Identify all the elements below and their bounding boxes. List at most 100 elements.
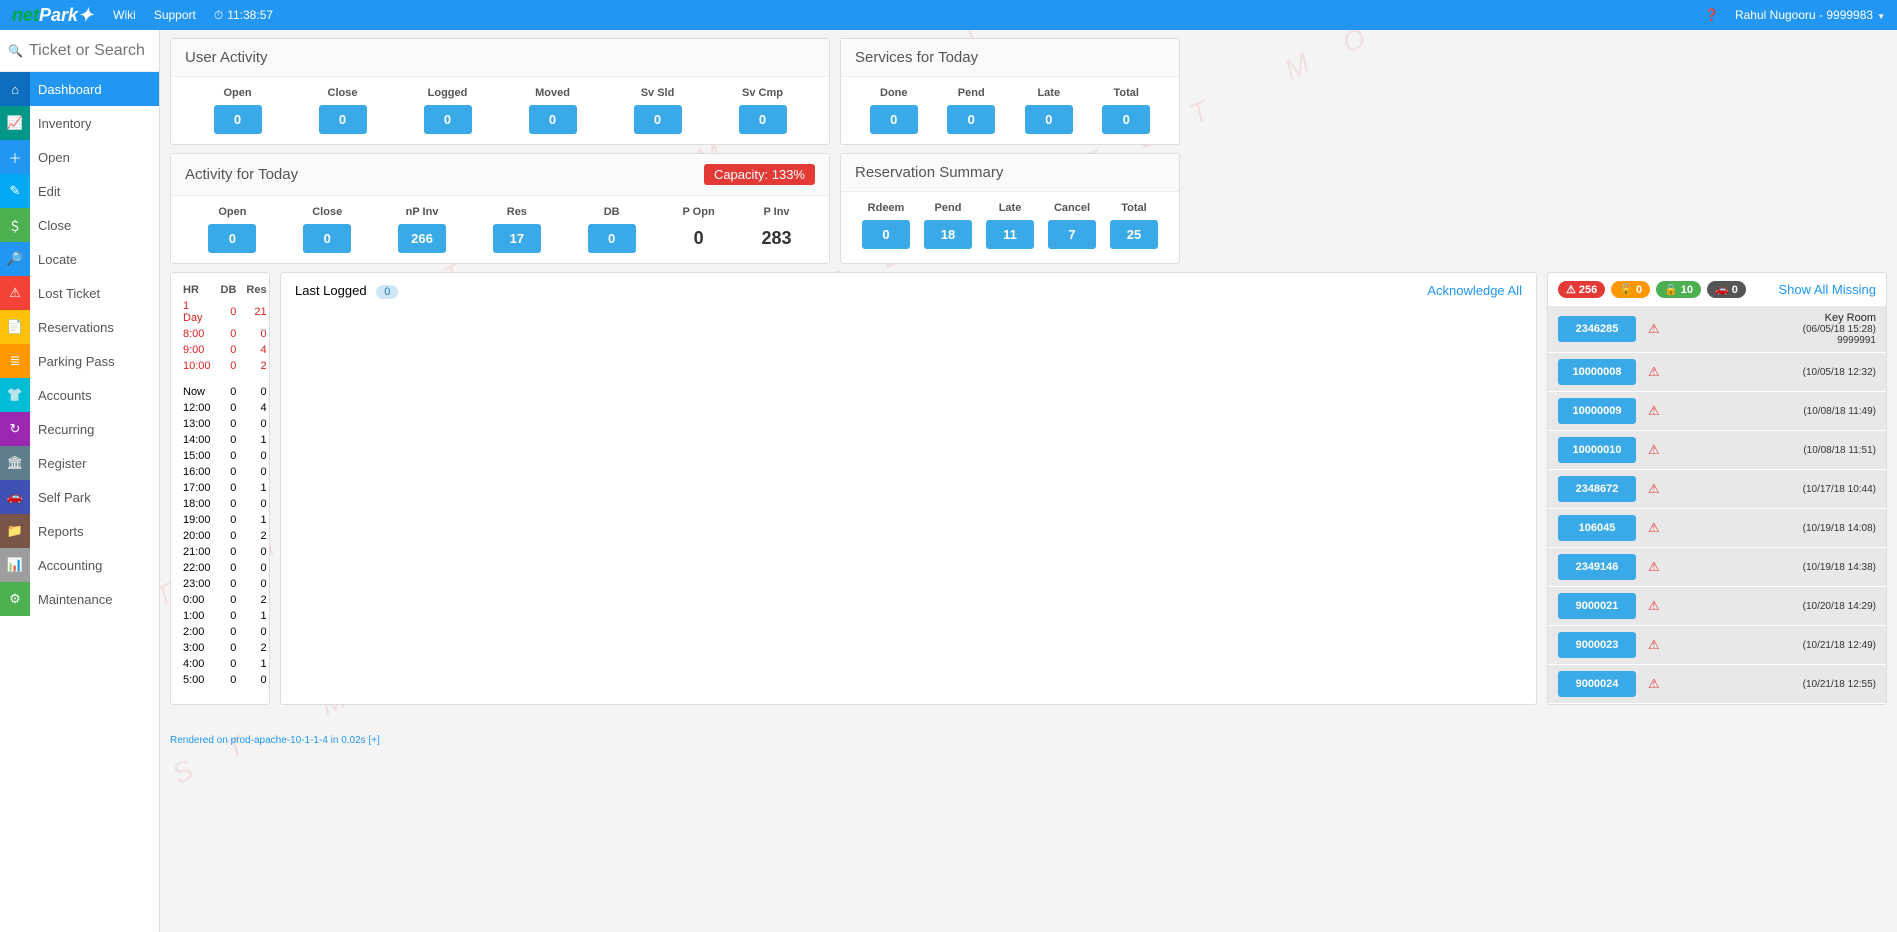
stat-value[interactable]: 0 <box>208 224 256 253</box>
reservations-icon: 📄 <box>0 310 30 344</box>
ticket-button[interactable]: 2346285 <box>1558 316 1636 342</box>
warning-icon: ⚠ <box>1648 598 1660 614</box>
sidebar-item-self-park[interactable]: 🚗Self Park <box>0 480 159 514</box>
reservation-summary-title: Reservation Summary <box>841 154 1179 192</box>
warning-icon: ⚠ <box>1648 637 1660 653</box>
stat-value[interactable]: 0 <box>529 105 577 134</box>
sidebar-item-open[interactable]: ＋Open <box>0 140 159 174</box>
reservation-summary-panel: Reservation Summary Rdeem0Pend18Late11Ca… <box>840 153 1180 264</box>
missing-row: 9000024⚠(10/21/18 12:55) <box>1548 665 1886 704</box>
sidebar-item-label: Reservations <box>30 320 114 335</box>
ticket-button[interactable]: 10000010 <box>1558 437 1636 463</box>
sidebar-item-register[interactable]: 🏛Register <box>0 446 159 480</box>
sidebar-item-label: Close <box>30 218 71 233</box>
lost-ticket-icon: ⚠ <box>0 276 30 310</box>
ticket-button[interactable]: 9000023 <box>1558 632 1636 658</box>
sidebar-item-reports[interactable]: 📁Reports <box>0 514 159 548</box>
sidebar-item-label: Locate <box>30 252 77 267</box>
ticket-button[interactable]: 2349146 <box>1558 554 1636 580</box>
stat-value[interactable]: 0 <box>739 105 787 134</box>
search-row <box>0 30 159 72</box>
show-all-missing-link[interactable]: Show All Missing <box>1778 282 1876 297</box>
search-input[interactable] <box>29 42 151 60</box>
warning-icon: ⚠ <box>1648 520 1660 536</box>
stat-value[interactable]: 0 <box>319 105 367 134</box>
stat-value[interactable]: 0 <box>1102 105 1150 134</box>
stat-value[interactable]: 17 <box>493 224 541 253</box>
support-link[interactable]: Support <box>154 8 196 22</box>
ticket-button[interactable]: 2348672 <box>1558 476 1636 502</box>
stat-p-opn: P Opn0 <box>682 206 714 253</box>
stat-value[interactable]: 0 <box>862 220 910 249</box>
sidebar-item-close[interactable]: ＄Close <box>0 208 159 242</box>
sidebar-item-accounting[interactable]: 📊Accounting <box>0 548 159 582</box>
stat-value[interactable]: 266 <box>398 224 446 253</box>
ticket-button[interactable]: 9000021 <box>1558 593 1636 619</box>
stat-logged: Logged0 <box>424 87 472 134</box>
table-row: 20:0002 <box>179 529 271 543</box>
ticket-button[interactable]: 10000009 <box>1558 398 1636 424</box>
missing-row: 2348672⚠(10/17/18 10:44) <box>1548 470 1886 509</box>
stat-value[interactable]: 0 <box>303 224 351 253</box>
services-today-panel: Services for Today Done0Pend0Late0Total0 <box>840 38 1180 145</box>
missing-meta: (10/21/18 12:49) <box>1803 640 1876 651</box>
ticket-button[interactable]: 9000024 <box>1558 671 1636 697</box>
open-icon: ＋ <box>0 140 30 174</box>
accounts-icon: 👕 <box>0 378 30 412</box>
stat-value[interactable]: 11 <box>986 220 1034 249</box>
sidebar-item-parking-pass[interactable]: ≣Parking Pass <box>0 344 159 378</box>
warning-icon: ⚠ <box>1648 403 1660 419</box>
missing-meta: Key Room(06/05/18 15:28)9999991 <box>1803 312 1876 346</box>
unlocked-badge[interactable]: 🔓 0 <box>1611 281 1650 298</box>
services-today-title: Services for Today <box>841 39 1179 77</box>
table-row: 1:0001 <box>179 609 271 623</box>
sidebar-item-lost-ticket[interactable]: ⚠Lost Ticket <box>0 276 159 310</box>
stat-value[interactable]: 0 <box>870 105 918 134</box>
missing-row: 106045 ⚠ (10/19/18 14:08) <box>1548 509 1886 548</box>
warning-icon: ⚠ <box>1648 364 1660 380</box>
stat-db: DB0 <box>588 206 636 253</box>
stat-value[interactable]: 0 <box>588 224 636 253</box>
wiki-link[interactable]: Wiki <box>113 8 136 22</box>
register-icon: 🏛 <box>0 446 30 480</box>
acknowledge-all-link[interactable]: Acknowledge All <box>1427 283 1522 298</box>
stat-value[interactable]: 0 <box>947 105 995 134</box>
sidebar-item-inventory[interactable]: 📈Inventory <box>0 106 159 140</box>
missing-row: 10000010⚠(10/08/18 11:51) <box>1548 431 1886 470</box>
warning-icon: ⚠ <box>1648 442 1660 458</box>
render-footer: Rendered on prod-apache-10-1-1-4 in 0.02… <box>170 735 1887 746</box>
sidebar-item-label: Inventory <box>30 116 91 131</box>
stat-value[interactable]: 0 <box>1025 105 1073 134</box>
sidebar-item-dashboard[interactable]: ⌂Dashboard <box>0 72 159 106</box>
sidebar: ⌂Dashboard📈Inventory＋Open✎Edit＄Close🔎Loc… <box>0 30 160 932</box>
sidebar-item-accounts[interactable]: 👕Accounts <box>0 378 159 412</box>
missing-meta: (10/20/18 14:29) <box>1803 601 1876 612</box>
stat-close: Close0 <box>319 87 367 134</box>
recurring-icon: ↻ <box>0 412 30 446</box>
table-row: 17:0001 <box>179 481 271 495</box>
missing-meta: (10/19/18 14:08) <box>1803 523 1876 534</box>
alert-badge[interactable]: ⚠ 256 <box>1558 281 1605 298</box>
locked-badge[interactable]: 🔒 10 <box>1656 281 1701 298</box>
search-icon <box>8 43 23 58</box>
activity-today-title: Activity for Today <box>185 166 298 183</box>
sidebar-item-reservations[interactable]: 📄Reservations <box>0 310 159 344</box>
stat-value[interactable]: 7 <box>1048 220 1096 249</box>
car-badge[interactable]: 🚗 0 <box>1707 281 1746 298</box>
stat-value[interactable]: 0 <box>424 105 472 134</box>
stat-value[interactable]: 25 <box>1110 220 1158 249</box>
stat-value[interactable]: 0 <box>214 105 262 134</box>
stat-value[interactable]: 0 <box>634 105 682 134</box>
stat-value[interactable]: 18 <box>924 220 972 249</box>
user-menu[interactable]: Rahul Nugooru - 9999983 <box>1735 8 1885 22</box>
sidebar-item-edit[interactable]: ✎Edit <box>0 174 159 208</box>
help-icon[interactable] <box>1704 8 1719 22</box>
sidebar-item-recurring[interactable]: ↻Recurring <box>0 412 159 446</box>
last-logged-panel: Last Logged 0 Acknowledge All <box>280 272 1537 705</box>
parking-pass-icon: ≣ <box>0 344 30 378</box>
clock: 11:38:57 <box>214 8 273 23</box>
sidebar-item-maintenance[interactable]: ⚙Maintenance <box>0 582 159 616</box>
ticket-button[interactable]: 10000008 <box>1558 359 1636 385</box>
ticket-button[interactable]: 106045 <box>1558 515 1636 541</box>
sidebar-item-locate[interactable]: 🔎Locate <box>0 242 159 276</box>
